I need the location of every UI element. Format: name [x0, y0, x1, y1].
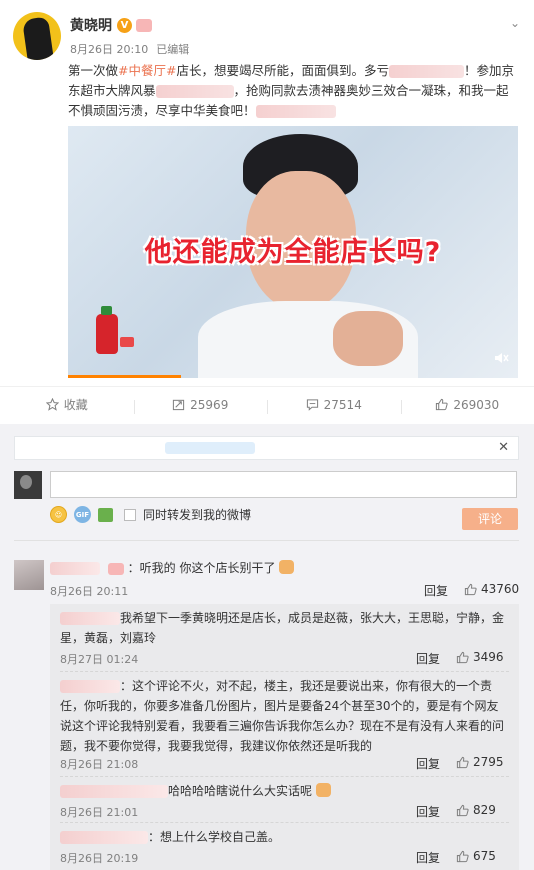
reply-text-line: 我希望下一季黄晓明还是店长，成员是赵薇，张大大，王思聪，宁静，金星，黄磊，刘嘉玲	[60, 608, 510, 648]
reply-link[interactable]: 回复	[424, 582, 448, 599]
video-progress-bar[interactable]	[68, 375, 181, 378]
reply-like-button[interactable]: 675	[456, 849, 496, 863]
author-row: 黄晓明 V	[70, 15, 152, 35]
commenter-name-blurred[interactable]	[50, 562, 100, 575]
replier-name-blurred[interactable]	[60, 680, 120, 693]
replier-name-blurred[interactable]	[60, 612, 120, 625]
comment-date: 8月26日 20:11	[50, 585, 129, 598]
reply-link[interactable]: 回复	[416, 650, 440, 667]
reply-like-count: 3496	[473, 650, 504, 664]
reply-text: 哈哈哈哈瞎说什么大实话呢	[168, 784, 313, 798]
divider	[60, 776, 509, 777]
member-badge-icon	[107, 562, 124, 575]
post-meta: 8月26日 20:10 已编辑	[70, 41, 189, 57]
reply-date: 8月26日 20:19	[60, 852, 139, 865]
comment-text: ：听我的 你这个店长别干了	[127, 561, 276, 575]
repost-button[interactable]: 25969	[133, 397, 268, 414]
link-blurred[interactable]	[255, 105, 336, 118]
video-caption: 他还能成为全能店长吗?	[144, 237, 442, 268]
close-icon[interactable]: ✕	[498, 440, 509, 455]
submit-comment-button[interactable]: 评论	[462, 508, 518, 530]
comment-notice-bar: ✕	[14, 436, 519, 460]
reply-like-button[interactable]: 2795	[456, 755, 504, 769]
cat-emoji-icon	[279, 560, 295, 574]
repost-icon	[173, 399, 185, 411]
reply-link[interactable]: 回复	[416, 849, 440, 866]
comment-like-count: 43760	[481, 582, 520, 596]
mention-blurred[interactable]	[388, 65, 464, 78]
edited-label[interactable]: 已编辑	[156, 41, 189, 57]
post-text-part: 店长，想要竭尽所能，面面俱到。多亏	[176, 63, 389, 78]
product-bottle-image	[96, 306, 118, 354]
reply-text-line: 哈哈哈哈瞎说什么大实话呢	[60, 781, 510, 801]
weibo-post-card: 黄晓明 V ⌄ 8月26日 20:10 已编辑 第一次做#中餐厅#店长，想要竭尽…	[0, 0, 534, 870]
thumbs-up-icon	[456, 651, 469, 663]
favorite-button[interactable]: 收藏	[0, 396, 134, 413]
post-text-part: 第一次做	[68, 63, 119, 78]
comment-count: 27514	[323, 397, 362, 412]
star-icon	[45, 398, 59, 411]
comment-icon	[306, 399, 318, 411]
composer-tools: ☺ GIF 同时转发到我的微博	[50, 506, 251, 523]
divider	[60, 822, 509, 823]
reply-link[interactable]: 回复	[416, 755, 440, 772]
replier-name-blurred[interactable]	[60, 831, 148, 844]
reply-like-count: 829	[473, 803, 496, 817]
forward-label: 同时转发到我的微博	[143, 508, 252, 522]
video-player[interactable]: 他还能成为全能店长吗?	[68, 126, 518, 378]
reply-text: ：想上什么学校自己盖。	[148, 830, 281, 844]
reply-link[interactable]: 回复	[416, 803, 440, 820]
commenter-avatar[interactable]	[14, 560, 44, 590]
reply-like-button[interactable]: 829	[456, 803, 496, 817]
reply-date: 8月27日 01:24	[60, 653, 139, 666]
reply-text-line: ：这个评论不火，对不起，楼主，我还是要说出来，你有很大的一个责任，你听我的，你要…	[60, 676, 510, 756]
chevron-down-icon[interactable]: ⌄	[510, 16, 520, 30]
thumbs-up-icon	[456, 756, 469, 768]
image-icon[interactable]	[98, 507, 113, 522]
favorite-label: 收藏	[63, 398, 88, 412]
reply-like-count: 2795	[473, 755, 504, 769]
hashtag-link[interactable]: #中餐厅#	[118, 63, 176, 78]
member-badge-icon	[136, 18, 152, 32]
cat-emoji-icon	[315, 783, 331, 797]
notice-text-blurred	[165, 442, 255, 454]
mute-icon[interactable]	[493, 350, 509, 366]
emoji-icon[interactable]: ☺	[50, 506, 67, 523]
like-button[interactable]: 269030	[400, 397, 534, 414]
thumbs-up-icon	[436, 398, 448, 411]
author-name[interactable]: 黄晓明	[70, 15, 112, 35]
post-text: 第一次做#中餐厅#店长，想要竭尽所能，面面俱到。多亏 ！参加京东超市大牌风暴 ，抢购…	[68, 61, 518, 121]
reply-date: 8月26日 21:08	[60, 758, 139, 771]
divider	[14, 540, 519, 541]
action-bar: 收藏 25969 27514 269030	[0, 386, 534, 422]
post-time[interactable]: 8月26日 20:10	[70, 41, 148, 57]
comment-input[interactable]	[50, 471, 517, 498]
thumbs-up-icon	[456, 850, 469, 862]
reply-text-line: ：想上什么学校自己盖。	[60, 827, 510, 847]
reply-like-button[interactable]: 3496	[456, 650, 504, 664]
product-logo-image	[120, 337, 134, 347]
forward-checkbox[interactable]	[124, 508, 136, 521]
reply-date: 8月26日 21:01	[60, 806, 139, 819]
divider	[60, 671, 509, 672]
reply-like-count: 675	[473, 849, 496, 863]
verified-badge-icon: V	[117, 17, 132, 33]
thumbs-up-icon	[464, 583, 477, 595]
replier-name-blurred[interactable]	[60, 785, 168, 798]
my-avatar[interactable]	[14, 471, 42, 499]
reply-text: ：这个评论不火，对不起，楼主，我还是要说出来，你有很大的一个责任，你听我的，你要…	[60, 679, 505, 753]
like-count: 269030	[453, 397, 500, 412]
comment-text-line: ：听我的 你这个店长别干了	[50, 558, 470, 578]
gif-icon[interactable]: GIF	[74, 506, 91, 523]
comment-button[interactable]: 27514	[267, 397, 401, 414]
reply-text: 我希望下一季黄晓明还是店长，成员是赵薇，张大大，王思聪，宁静，金星，黄磊，刘嘉玲	[60, 611, 505, 645]
link-blurred[interactable]	[155, 85, 234, 98]
reply-list: 我希望下一季黄晓明还是店长，成员是赵薇，张大大，王思聪，宁静，金星，黄磊，刘嘉玲…	[50, 604, 519, 870]
thumbs-up-icon	[456, 804, 469, 816]
author-avatar[interactable]	[13, 12, 61, 60]
comment-like-button[interactable]: 43760	[464, 582, 519, 596]
repost-count: 25969	[190, 397, 229, 412]
